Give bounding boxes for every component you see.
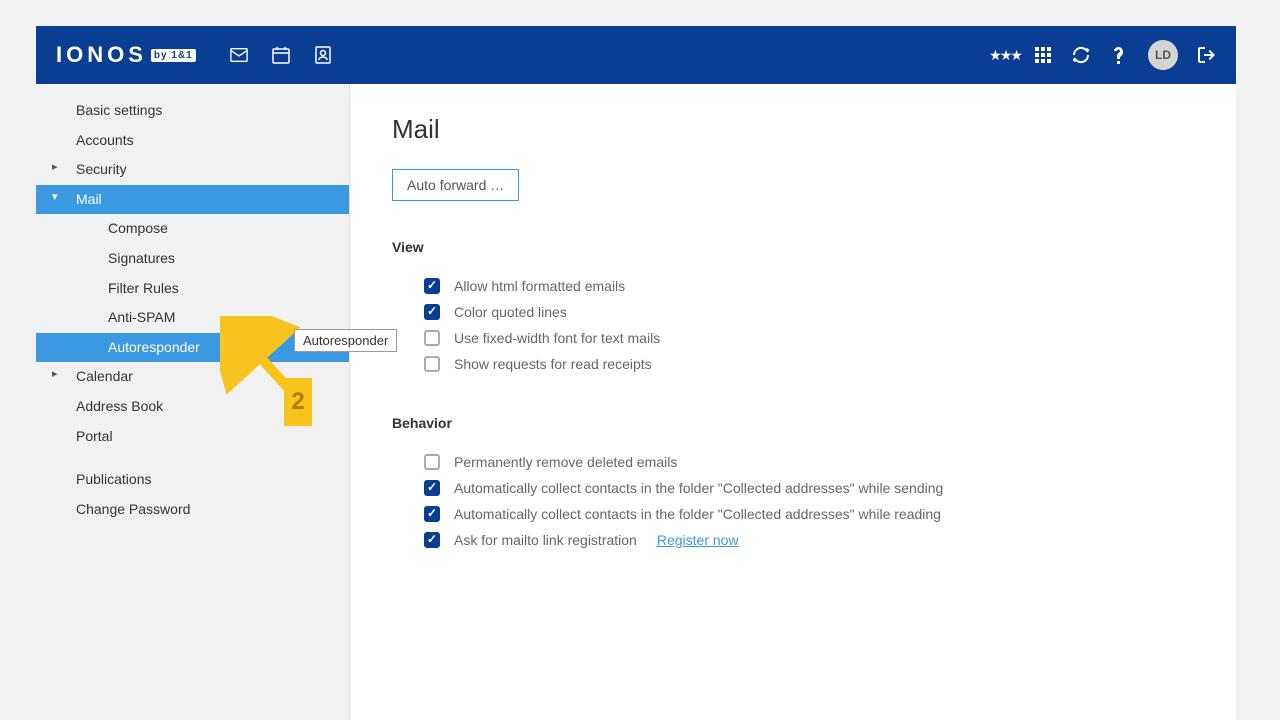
settings-sidebar: Basic settingsAccountsSecurityMailCompos… <box>36 84 350 720</box>
checkbox-label: Automatically collect contacts in the fo… <box>454 480 943 496</box>
view-heading: View <box>392 239 1194 255</box>
behavior-option: Automatically collect contacts in the fo… <box>392 475 1194 501</box>
view-option: Show requests for read receipts <box>392 351 1194 377</box>
view-option: Allow html formatted emails <box>392 273 1194 299</box>
checkbox-label: Show requests for read receipts <box>454 356 652 372</box>
sidebar-item-portal[interactable]: Portal <box>36 422 349 452</box>
sidebar-item-change-password[interactable]: Change Password <box>36 495 349 525</box>
avatar-initials: LD <box>1155 48 1171 62</box>
sidebar-item-compose[interactable]: Compose <box>36 214 349 244</box>
apps-grid-icon[interactable] <box>1034 46 1052 64</box>
checkbox[interactable] <box>424 278 440 294</box>
checkbox-label: Use fixed-width font for text mails <box>454 330 660 346</box>
checkbox[interactable] <box>424 506 440 522</box>
checkbox[interactable] <box>424 480 440 496</box>
logo: IONOS by 1&1 <box>56 42 196 68</box>
sidebar-item-signatures[interactable]: Signatures <box>36 244 349 274</box>
checkbox[interactable] <box>424 356 440 372</box>
behavior-heading: Behavior <box>392 415 1194 431</box>
checkbox[interactable] <box>424 330 440 346</box>
sidebar-item-mail[interactable]: Mail <box>36 185 349 215</box>
checkbox-label: Ask for mailto link registration <box>454 532 637 548</box>
register-now-link[interactable]: Register now <box>657 532 739 548</box>
help-icon[interactable] <box>1110 46 1128 64</box>
view-option: Use fixed-width font for text mails <box>392 325 1194 351</box>
sidebar-item-basic-settings[interactable]: Basic settings <box>36 96 349 126</box>
calendar-icon[interactable] <box>272 46 290 64</box>
page-title: Mail <box>392 114 1194 145</box>
checkbox-label: Allow html formatted emails <box>454 278 625 294</box>
sidebar-item-address-book[interactable]: Address Book <box>36 392 349 422</box>
view-option: Color quoted lines <box>392 299 1194 325</box>
checkbox-label: Permanently remove deleted emails <box>454 454 677 470</box>
sidebar-item-security[interactable]: Security <box>36 155 349 185</box>
refresh-icon[interactable] <box>1072 46 1090 64</box>
mail-icon[interactable] <box>230 46 248 64</box>
checkbox-label: Color quoted lines <box>454 304 567 320</box>
checkbox[interactable] <box>424 454 440 470</box>
checkbox-label: Automatically collect contacts in the fo… <box>454 506 941 522</box>
behavior-option: Ask for mailto link registration Register… <box>392 527 1194 553</box>
contacts-icon[interactable] <box>314 46 332 64</box>
auto-forward-button[interactable]: Auto forward … <box>392 169 519 201</box>
checkbox[interactable] <box>424 532 440 548</box>
sidebar-item-accounts[interactable]: Accounts <box>36 126 349 156</box>
sidebar-item-calendar[interactable]: Calendar <box>36 362 349 392</box>
logo-sub: by 1&1 <box>151 49 196 62</box>
sidebar-item-autoresponder[interactable]: Autoresponder <box>36 333 349 363</box>
app-header: IONOS by 1&1 ★★★ <box>36 26 1236 84</box>
logo-text: IONOS <box>56 42 147 68</box>
sidebar-item-filter-rules[interactable]: Filter Rules <box>36 274 349 304</box>
sidebar-item-publications[interactable]: Publications <box>36 465 349 495</box>
avatar[interactable]: LD <box>1148 40 1178 70</box>
behavior-option: Permanently remove deleted emails <box>392 449 1194 475</box>
sidebar-item-anti-spam[interactable]: Anti-SPAM <box>36 303 349 333</box>
behavior-option: Automatically collect contacts in the fo… <box>392 501 1194 527</box>
content-panel: Mail Auto forward … View Allow html form… <box>350 84 1236 720</box>
star-rating-icon[interactable]: ★★★ <box>996 46 1014 64</box>
checkbox[interactable] <box>424 304 440 320</box>
logout-icon[interactable] <box>1198 46 1216 64</box>
